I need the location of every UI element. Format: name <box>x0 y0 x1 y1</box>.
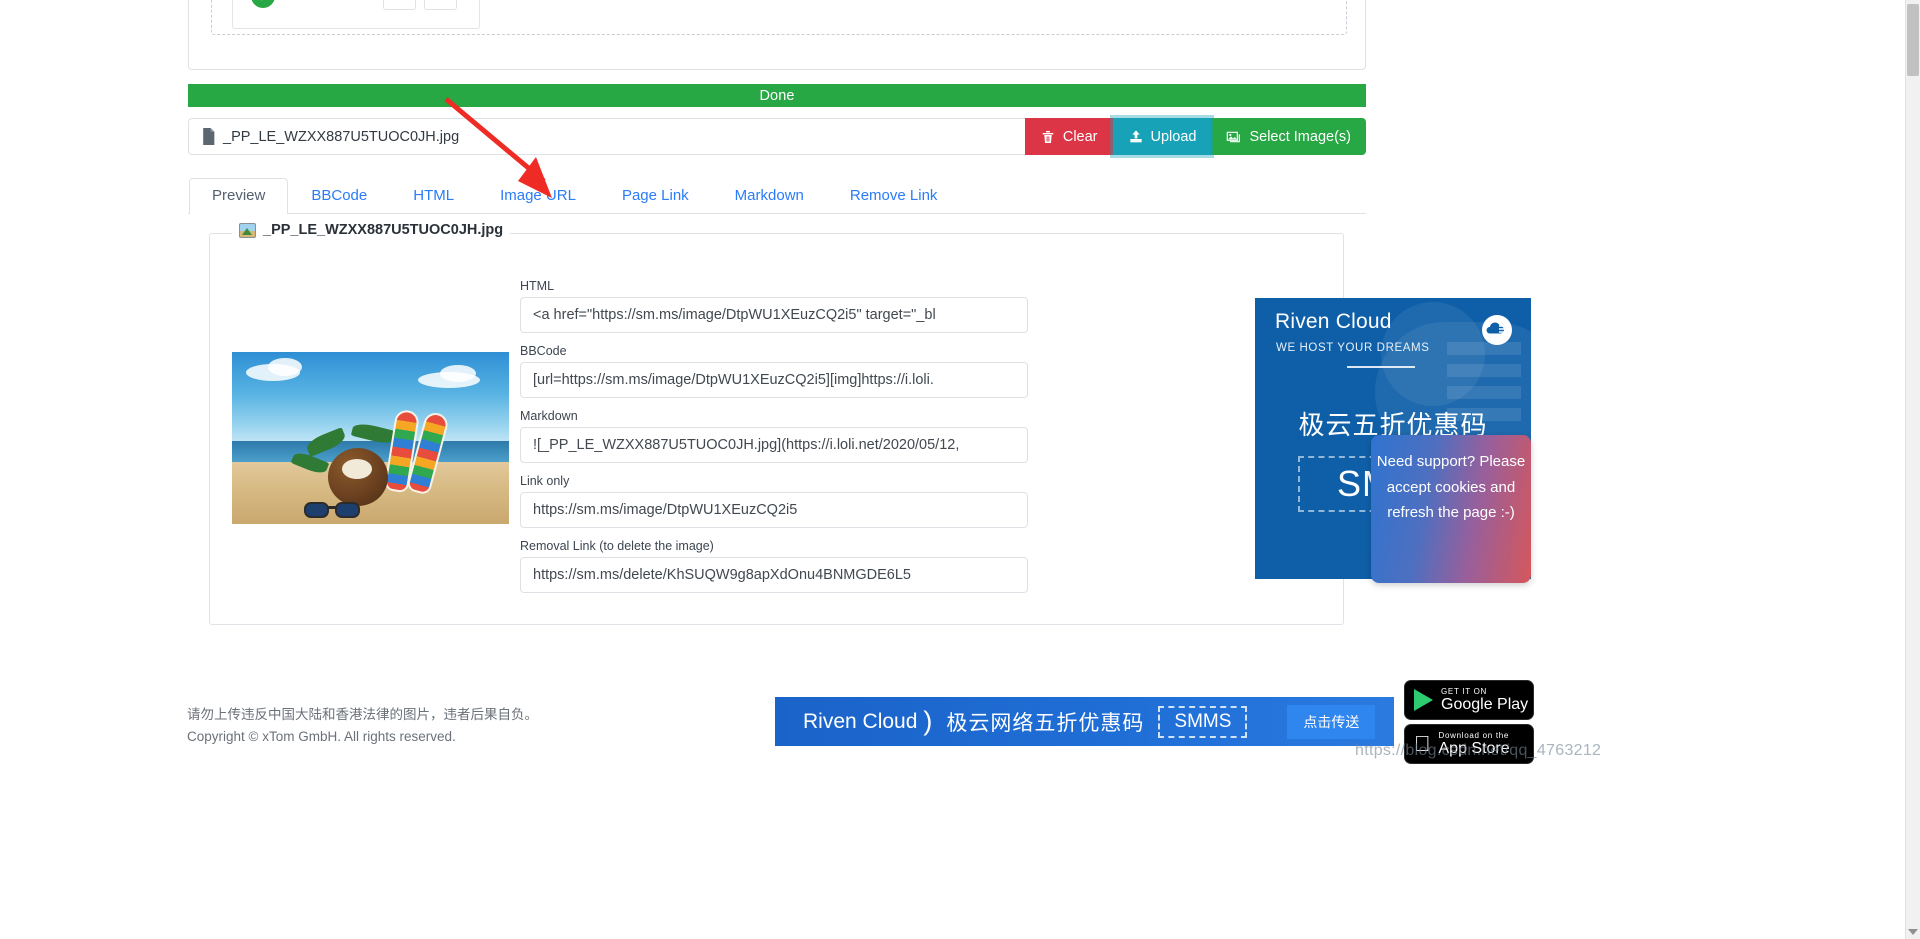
queue-item-row <box>232 0 480 29</box>
field-bbcode: BBCode [url=https://sm.ms/image/DtpWU1XE… <box>520 344 1028 398</box>
select-images-button[interactable]: Select Image(s) <box>1211 118 1366 155</box>
field-html-label: HTML <box>520 279 555 293</box>
clear-button-label: Clear <box>1062 128 1098 145</box>
app-store-badge[interactable]:  Download on the App Store <box>1404 724 1534 764</box>
scroll-down-arrow-icon[interactable] <box>1908 929 1918 935</box>
page-scrollbar[interactable] <box>1905 0 1920 939</box>
share-code-fields: HTML <a href="https://sm.ms/image/DtpWU1… <box>520 279 1028 604</box>
clear-button[interactable]: Clear <box>1024 118 1113 155</box>
google-play-badge-small: GET IT ON <box>1441 686 1488 696</box>
support-bubble[interactable]: Need support? Please accept cookies and … <box>1371 435 1531 583</box>
footer: 请勿上传违反中国大陆和香港法律的图片，违者后果自负。 Copyright © x… <box>187 704 538 748</box>
field-html-input[interactable]: <a href="https://sm.ms/image/DtpWU1XEuzC… <box>520 297 1028 333</box>
select-images-button-label: Select Image(s) <box>1249 128 1351 145</box>
bottom-ad-coupon-code: SMMS <box>1158 705 1248 738</box>
app-store-badge-small: Download on the <box>1422 730 1509 740</box>
bottom-ad-headline: 极云网络五折优惠码 <box>946 710 1145 735</box>
uploaded-image-thumbnail[interactable] <box>232 352 509 524</box>
page-root: Done _PP_LE_WZXX887U5TUOC0JH.jpg Clear U… <box>0 0 1920 939</box>
riven-cloud-bottom-ad[interactable]: Riven Cloud ) 极云网络五折优惠码 SMMS 点击传送 <box>775 697 1394 746</box>
google-play-badge-big: Google Play <box>1441 695 1529 713</box>
field-html: HTML <a href="https://sm.ms/image/DtpWU1… <box>520 279 1028 333</box>
file-action-group: _PP_LE_WZXX887U5TUOC0JH.jpg Clear Upload… <box>188 118 1366 155</box>
footer-notice: 请勿上传违反中国大陆和香港法律的图片，违者后果自负。 <box>187 707 538 723</box>
field-removal-link: Removal Link (to delete the image) https… <box>520 539 1028 593</box>
tab-markdown[interactable]: Markdown <box>712 178 827 214</box>
google-play-icon <box>1414 689 1433 711</box>
bottom-ad-cta-button[interactable]: 点击传送 <box>1287 704 1376 739</box>
tab-image-url[interactable]: Image URL <box>477 178 599 214</box>
footer-copyright: Copyright © xTom GmbH. All rights reserv… <box>187 729 456 744</box>
upload-button[interactable]: Upload <box>1112 118 1212 155</box>
upload-icon <box>1129 129 1142 142</box>
field-bbcode-input[interactable]: [url=https://sm.ms/image/DtpWU1XEuzCQ2i5… <box>520 362 1028 398</box>
scrollbar-thumb[interactable] <box>1907 4 1919 76</box>
field-markdown-input[interactable]: ![_PP_LE_WZXX887U5TUOC0JH.jpg](https://i… <box>520 427 1028 463</box>
preview-panel: _PP_LE_WZXX887U5TUOC0JH.jpg HTML <a href… <box>209 222 1531 625</box>
magnifier-plus-icon-button[interactable] <box>424 0 457 10</box>
field-link-only: Link only https://sm.ms/image/DtpWU1XEuz… <box>520 474 1028 528</box>
trash-icon <box>1042 130 1054 143</box>
result-tabs: Preview BBCode HTML Image URL Page Link … <box>188 178 1366 214</box>
field-removal-link-label: Removal Link (to delete the image) <box>520 539 714 553</box>
image-thumb-icon <box>239 222 256 238</box>
trash-icon-button[interactable] <box>383 0 416 10</box>
app-store-badge-big: App Store <box>1422 739 1510 757</box>
google-play-badge[interactable]: GET IT ON Google Play <box>1404 680 1534 720</box>
filename-text: _PP_LE_WZXX887U5TUOC0JH.jpg <box>223 128 460 145</box>
tab-page-link[interactable]: Page Link <box>599 178 712 214</box>
upload-button-label: Upload <box>1150 128 1197 145</box>
field-link-only-label: Link only <box>520 474 570 488</box>
field-bbcode-label: BBCode <box>520 344 567 358</box>
side-ad-divider <box>1347 366 1415 368</box>
image-stack-icon <box>1227 131 1241 142</box>
side-ad-subtitle: WE HOST YOUR DREAMS <box>1276 342 1430 354</box>
tab-remove-link[interactable]: Remove Link <box>827 178 961 214</box>
bottom-ad-brand: Riven Cloud ) <box>803 706 932 737</box>
check-circle-icon <box>251 0 275 8</box>
tab-preview[interactable]: Preview <box>189 178 289 214</box>
cloud-badge-icon <box>1482 315 1512 345</box>
field-link-only-input[interactable]: https://sm.ms/image/DtpWU1XEuzCQ2i5 <box>520 492 1028 528</box>
bottom-ad-brand-text: Riven Cloud <box>803 709 918 733</box>
tab-html[interactable]: HTML <box>390 178 477 214</box>
preview-legend-text: _PP_LE_WZXX887U5TUOC0JH.jpg <box>263 222 504 238</box>
field-removal-link-input[interactable]: https://sm.ms/delete/KhSUQW9g8apXdOnu4BN… <box>520 557 1028 593</box>
preview-legend: _PP_LE_WZXX887U5TUOC0JH.jpg <box>232 222 511 238</box>
apple-icon:  <box>1414 733 1431 755</box>
side-ad-title: Riven Cloud <box>1275 310 1392 333</box>
bottom-ad-paren-icon: ) <box>923 706 933 736</box>
file-icon <box>203 128 215 145</box>
filename-field[interactable]: _PP_LE_WZXX887U5TUOC0JH.jpg <box>188 118 1025 155</box>
tab-bbcode[interactable]: BBCode <box>288 178 390 214</box>
field-markdown: Markdown ![_PP_LE_WZXX887U5TUOC0JH.jpg](… <box>520 409 1028 463</box>
upload-status-bar: Done <box>188 84 1366 107</box>
field-markdown-label: Markdown <box>520 409 578 423</box>
